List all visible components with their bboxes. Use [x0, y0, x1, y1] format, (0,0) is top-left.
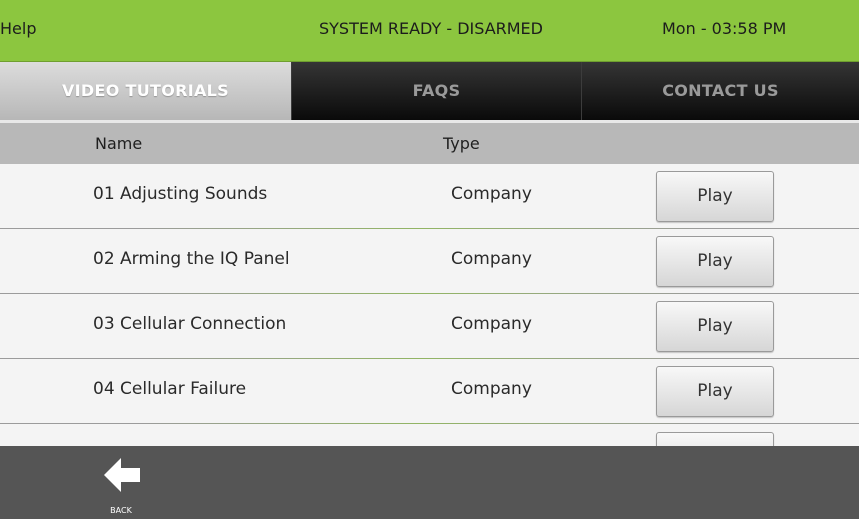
play-button[interactable] [656, 432, 774, 446]
datetime: Mon - 03:58 PM [662, 19, 787, 38]
bottom-bar: BACK [0, 446, 859, 519]
video-name: 04 Cellular Failure [93, 379, 247, 399]
play-button[interactable]: Play [656, 236, 774, 287]
video-type: Company [451, 379, 532, 399]
video-type: Company [451, 184, 532, 204]
play-button[interactable]: Play [656, 301, 774, 352]
table-row-partial [0, 424, 859, 446]
video-list[interactable]: 01 Adjusting Sounds Company Play 02 Armi… [0, 164, 859, 446]
video-type: Company [451, 314, 532, 334]
column-header-type: Type [443, 134, 480, 153]
video-type: Company [451, 249, 532, 269]
table-row: 03 Cellular Connection Company Play [0, 294, 859, 359]
video-name: 03 Cellular Connection [93, 314, 287, 334]
tab-faqs[interactable]: FAQS [292, 62, 582, 120]
column-header-name: Name [95, 134, 143, 153]
table-header: Name Type [0, 123, 859, 164]
video-name: 01 Adjusting Sounds [93, 184, 268, 204]
play-button[interactable]: Play [656, 171, 774, 222]
tab-video-tutorials[interactable]: VIDEO TUTORIALS [0, 62, 292, 120]
screen-title: Help [0, 19, 37, 38]
system-status: SYSTEM READY - DISARMED [319, 19, 543, 38]
play-button[interactable]: Play [656, 366, 774, 417]
video-name: 02 Arming the IQ Panel [93, 249, 290, 269]
status-bar: Help SYSTEM READY - DISARMED Mon - 03:58… [0, 0, 859, 62]
arrow-left-icon [104, 458, 140, 492]
back-label: BACK [110, 506, 132, 515]
table-row: 02 Arming the IQ Panel Company Play [0, 229, 859, 294]
tab-contact-us[interactable]: CONTACT US [582, 62, 859, 120]
tab-bar: VIDEO TUTORIALS FAQS CONTACT US [0, 62, 859, 120]
table-row: 04 Cellular Failure Company Play [0, 359, 859, 424]
back-button[interactable]: BACK [96, 454, 146, 518]
table-row: 01 Adjusting Sounds Company Play [0, 164, 859, 229]
